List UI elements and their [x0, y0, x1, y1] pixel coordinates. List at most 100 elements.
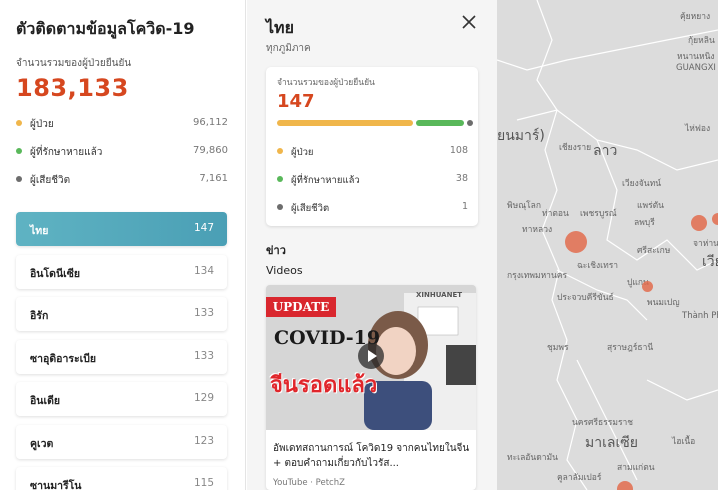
map-label: มาเลเซีย — [585, 435, 638, 451]
map-label: ศรีสะเกษ — [637, 246, 671, 256]
stat-label: ผู้ที่รักษาหายแล้ว — [30, 147, 103, 158]
country-count: 133 — [193, 349, 214, 362]
map-label: ไฮเนื้อ — [672, 437, 696, 447]
map-label: เชียงราย — [559, 143, 592, 153]
case-bubble-kuala-lumpur[interactable] — [617, 481, 633, 490]
country-count: 134 — [193, 264, 214, 277]
country-count: 129 — [193, 392, 214, 404]
progress-recovered — [416, 120, 464, 126]
brand-logo: XINHUANET — [416, 291, 463, 299]
map-label: ฉะเชิงเทรา — [577, 261, 619, 271]
map-label: เพชรบูรณ์ — [580, 209, 617, 219]
detail-stats-card: จำนวนรวมของผู้ป่วยยืนยัน 147 ผู้ป่วย 108… — [266, 67, 478, 226]
country-detail-panel: ไทย ทุกภูมิภาค จำนวนรวมของผู้ป่วยยืนยัน … — [247, 0, 497, 490]
country-count: 123 — [193, 434, 214, 447]
recovered-dot-icon — [277, 176, 283, 182]
map-label: ทาหลวง — [522, 225, 553, 235]
case-bubble-phnom-penh[interactable] — [642, 281, 653, 292]
country-name: คูเวต — [30, 437, 54, 450]
stat-value: 96,112 — [193, 117, 228, 128]
map-label: คูลาลัมเปอร์ — [557, 473, 602, 483]
progress-active — [277, 120, 413, 126]
map-label: GUANGXI Z — [676, 63, 718, 73]
thumbnail-caption: จีนรอดแล้ว — [270, 373, 378, 398]
map-view[interactable]: คุ้ยหยาง กุ้ยหลิน หนานหนิง GUANGXI Z ไห่… — [497, 0, 718, 490]
card-total-value: 147 — [277, 91, 315, 112]
active-dot-icon — [277, 148, 283, 154]
country-count: 147 — [193, 222, 214, 234]
stat-value: 108 — [449, 145, 468, 156]
stat-active: ผู้ป่วย 96,112 — [16, 116, 228, 132]
country-name: ซาอุดิอาระเบีย — [30, 352, 97, 365]
country-item-thailand[interactable]: ไทย 147 — [16, 212, 227, 246]
map-label: ลพบุรี — [634, 218, 655, 228]
country-item-iraq[interactable]: อิรัก 133 — [16, 297, 227, 331]
country-count: 133 — [193, 307, 214, 319]
video-thumbnail[interactable]: UPDATE COVID-19 จีนรอดแล้ว XINHUANET — [266, 285, 476, 430]
map-label: พนมเปญ — [647, 298, 680, 308]
stat-label: ผู้เสียชีวิต — [30, 175, 71, 186]
country-name: ไทย — [30, 225, 49, 237]
map-label: ลาว — [593, 143, 618, 159]
map-label: นครศรีธรรมราช — [572, 418, 634, 428]
stat-label: ผู้ที่รักษาหายแล้ว — [291, 175, 360, 186]
country-name: อิรัก — [30, 310, 49, 322]
map-label: ท่าตอน — [542, 209, 569, 219]
country-item-india[interactable]: อินเดีย 129 — [16, 382, 227, 416]
video-card[interactable]: UPDATE COVID-19 จีนรอดแล้ว XINHUANET อัพ… — [266, 285, 476, 490]
videos-heading: Videos — [266, 264, 303, 277]
map-label: ทะเลอันดามัน — [507, 453, 558, 463]
play-icon[interactable] — [358, 343, 384, 369]
map-label: หนานหนิง — [677, 52, 715, 62]
map-label: ไห่ฟอง — [685, 124, 711, 134]
progress-deaths — [467, 120, 473, 126]
stat-deaths: ผู้เสียชีวิต 7,161 — [16, 172, 228, 188]
stat-value: 38 — [455, 173, 468, 184]
stat-label: ผู้เสียชีวิต — [291, 203, 330, 214]
stat-recovered: ผู้ที่รักษาหายแล้ว 79,860 — [16, 144, 228, 160]
map-label: เวียงจันทน์ — [622, 179, 662, 189]
map-label: กรุงเทพมหานคร — [507, 271, 568, 281]
map-label: แพร่ตัน — [637, 201, 664, 211]
update-badge: UPDATE — [266, 297, 336, 317]
country-item-san-marino[interactable]: ซานมารีโน 115 — [16, 467, 227, 490]
map-label: ยนมาร์) — [497, 128, 545, 144]
video-title[interactable]: อัพเดทสถานการณ์ โควิด19 จากคนไทยในจีน + … — [273, 441, 471, 471]
country-name: อินเดีย — [30, 395, 61, 407]
map-label: ประจวบคีรีขันธ์ — [557, 293, 614, 303]
detail-stat-active: ผู้ป่วย 108 — [277, 144, 468, 160]
summary-panel: ตัวติดตามข้อมูลโควิด-19 จำนวนรวมของผู้ป่… — [0, 0, 246, 490]
stat-label: ผู้ป่วย — [30, 119, 54, 130]
recovered-dot-icon — [16, 148, 22, 154]
detail-stat-deaths: ผู้เสียชีวิต 1 — [277, 200, 468, 216]
total-confirmed-label: จำนวนรวมของผู้ป่วยยืนยัน — [16, 58, 132, 69]
country-name: ซานมารีโน — [30, 480, 82, 490]
detail-stat-recovered: ผู้ที่รักษาหายแล้ว 38 — [277, 172, 468, 188]
stat-value: 79,860 — [193, 145, 228, 156]
map-label: จาห่านง — [693, 239, 718, 249]
video-source: YouTube · PetchZ — [273, 478, 345, 488]
map-label: คุ้ยหยาง — [680, 12, 711, 22]
deaths-dot-icon — [277, 204, 283, 210]
case-bubble-bangkok[interactable] — [565, 231, 587, 253]
map-label: Thành Phố — [682, 311, 718, 321]
map-label: พิษณุโลก — [507, 201, 542, 211]
stat-label: ผู้ป่วย — [291, 147, 314, 158]
map-label: เวีย — [702, 254, 718, 270]
detail-title: ไทย — [266, 18, 294, 37]
case-bubble-central-vietnam[interactable] — [712, 213, 718, 225]
case-bubble-eastern[interactable] — [691, 215, 707, 231]
total-confirmed-value: 183,133 — [16, 74, 129, 102]
country-item-saudi-arabia[interactable]: ซาอุดิอาระเบีย 133 — [16, 339, 227, 374]
close-icon[interactable] — [460, 13, 478, 31]
country-list: ไทย 147 อินโดนีเซีย 134 อิรัก 133 ซาอุดิ… — [16, 212, 227, 490]
country-name: อินโดนีเซีย — [30, 267, 80, 280]
map-label: สุราษฎร์ธานี — [607, 343, 654, 353]
country-item-indonesia[interactable]: อินโดนีเซีย 134 — [16, 254, 227, 289]
active-dot-icon — [16, 120, 22, 126]
country-count: 115 — [193, 477, 214, 489]
country-item-kuwait[interactable]: คูเวต 123 — [16, 424, 227, 459]
stat-value: 7,161 — [199, 173, 228, 184]
map-label: ชุมพร — [547, 343, 569, 353]
map-label: กุ้ยหลิน — [688, 36, 715, 46]
